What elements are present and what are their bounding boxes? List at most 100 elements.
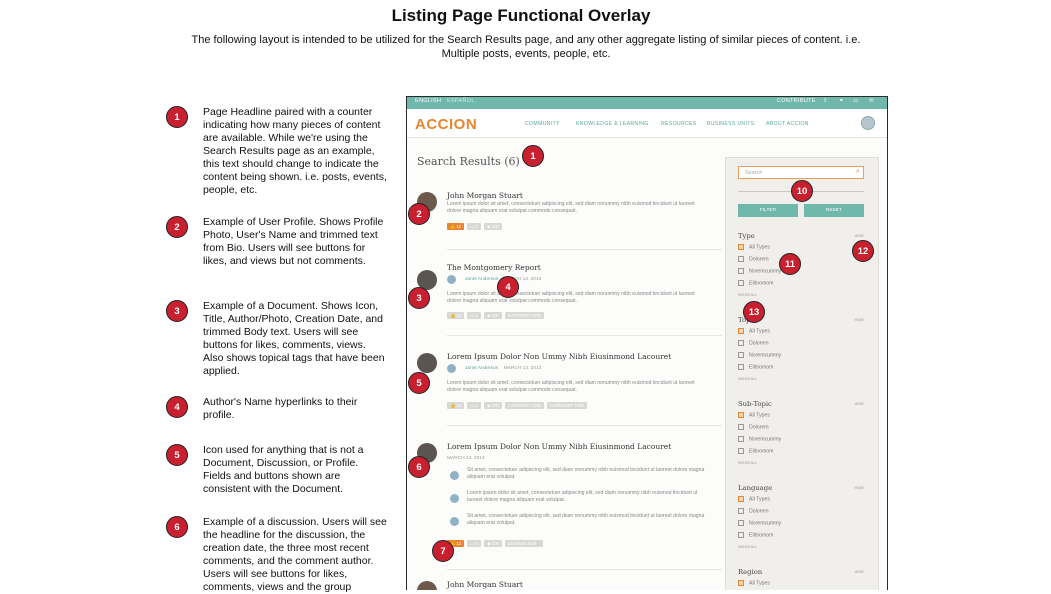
recent-comment: Sit amet, consectetuer adipiscing elit, … [467, 467, 705, 480]
email-icon[interactable]: ✉ [869, 98, 874, 104]
result-divider [447, 249, 722, 250]
facet-option[interactable]: Dolorem [738, 256, 769, 262]
hide-toggle[interactable]: HIDE [854, 569, 864, 574]
callout-badge: 1 [166, 106, 188, 128]
facet-option[interactable]: Elitnomom [738, 364, 774, 370]
callout-4: 4 [497, 276, 519, 298]
facet-option[interactable]: Elitnomom [738, 532, 774, 538]
note-text: Example of User Profile. Shows Profile P… [203, 216, 384, 267]
comment-button[interactable]: ▭ 0 [467, 223, 482, 230]
result-actions: 👍 12 ▭ 4 ◉ 100 CATEGORY ONE CATEGORY TWO [447, 402, 590, 409]
callout-2: 2 [408, 203, 430, 225]
contribute-link[interactable]: CONTRIBUTE [777, 98, 816, 104]
comment-author-avatar[interactable] [450, 494, 459, 503]
facet-heading: Language [738, 484, 773, 492]
facet-option[interactable]: All Types [738, 328, 770, 334]
result-title[interactable]: Lorem Ipsum Dolor Non Ummy Nibh Eiusinmo… [447, 442, 671, 451]
facet-option[interactable]: Dolorem [738, 340, 769, 346]
views-button[interactable]: ◉ 100 [484, 402, 502, 409]
show-all-link[interactable]: SHOW ALL [738, 293, 757, 297]
facet-option[interactable]: Dolorem [738, 508, 769, 514]
facet-option[interactable]: Elitnomom [738, 448, 774, 454]
facet-option[interactable]: All Types [738, 580, 770, 586]
nav-resources[interactable]: RESOURCES [661, 121, 697, 127]
callout-5: 5 [408, 372, 430, 394]
recent-comment: Sit amet, consectetuer adipiscing elit, … [467, 513, 705, 526]
callout-7: 7 [432, 540, 454, 562]
facet-option[interactable]: All Types [738, 496, 770, 502]
facet-option[interactable]: Elitnomom [738, 280, 774, 286]
views-button[interactable]: ◉ 100 [484, 223, 502, 230]
facet-option[interactable]: All Types [738, 244, 770, 250]
tag-chip[interactable]: CATEGORY ONE [504, 402, 545, 409]
facet-option[interactable]: Noremcummy [738, 520, 781, 526]
author-link[interactable]: Janet Anderson [465, 366, 498, 371]
result-date: MARCH 13, 2013 [447, 456, 485, 461]
print-icon[interactable]: ▭ [853, 98, 859, 104]
share-icon[interactable]: ⇪ [823, 98, 828, 104]
tag-chip[interactable]: CATEGORY TWO [547, 402, 588, 409]
results-heading: Search Results (6) [417, 155, 520, 168]
like-button[interactable]: 👍 12 [447, 223, 465, 230]
result-title[interactable]: The Montgomery Report [447, 263, 541, 272]
like-button[interactable]: 👍 12 [447, 312, 465, 319]
profile-photo[interactable] [417, 581, 437, 590]
result-title[interactable]: John Morgan Stuart [447, 580, 523, 589]
mockup-topbar: ENGLISH ESPAÑOL CONTRIBUTE ⇪ ⚭ ▭ ✉ [407, 97, 887, 109]
hide-toggle[interactable]: HIDE [854, 401, 864, 406]
lang-english-link[interactable]: ENGLISH [415, 98, 441, 104]
callout-13: 13 [743, 301, 765, 323]
result-actions: 👍 12 ▭ 0 ◉ 100 [447, 223, 505, 230]
like-button[interactable]: 👍 12 [447, 402, 465, 409]
show-all-link[interactable]: SHOW ALL [738, 461, 757, 465]
filter-button[interactable]: FILTER [738, 204, 798, 217]
link-icon[interactable]: ⚭ [839, 98, 844, 104]
facet-option[interactable]: Noremcummy [738, 436, 781, 442]
facet-heading: Sub-Topic [738, 400, 772, 408]
mockup-nav: ACCION COMMUNITY KNOWLEDGE & LEARNING RE… [407, 109, 887, 138]
nav-knowledge-learning[interactable]: KNOWLEDGE & LEARNING [576, 121, 649, 127]
result-title[interactable]: Lorem Ipsum Dolor Non Ummy Nibh Eiusinmo… [447, 352, 671, 361]
note-text: Example of a Document. Shows Icon, Title… [203, 300, 385, 377]
author-avatar[interactable] [447, 364, 456, 373]
callout-1: 1 [522, 145, 544, 167]
result-date: MARCH 13, 2013 [503, 366, 542, 371]
search-icon[interactable]: ⌕ [856, 168, 874, 176]
hide-toggle[interactable]: HIDE [854, 485, 864, 490]
sidebar-search-input[interactable]: Search [738, 166, 864, 179]
hide-toggle[interactable]: HIDE [854, 317, 864, 322]
group-chip[interactable]: EG Board Staff [504, 540, 543, 547]
note-text: Page Headline paired with a counter indi… [203, 106, 387, 196]
filter-sidebar: Search ⌕ FILTER RESET Type HIDE All Type… [725, 157, 879, 590]
facet-option[interactable]: All Types [738, 412, 770, 418]
facet-option[interactable]: Dolorem [738, 424, 769, 430]
reset-button[interactable]: RESET [804, 204, 864, 217]
lang-espanol-link[interactable]: ESPAÑOL [447, 98, 475, 104]
facet-option[interactable]: Noremcummy [738, 352, 781, 358]
tag-chip[interactable]: CATEGORY ONE [504, 312, 545, 319]
hide-toggle[interactable]: HIDE [854, 233, 864, 238]
nav-business-units[interactable]: BUSINESS UNITS [707, 121, 754, 127]
accion-logo[interactable]: ACCION [415, 116, 477, 133]
author-avatar[interactable] [447, 275, 456, 284]
nav-about-accion[interactable]: ABOUT ACCION [766, 121, 809, 127]
callout-6: 6 [408, 456, 430, 478]
comment-button[interactable]: ▭ 4 [467, 312, 482, 319]
facet-heading: Type [738, 232, 755, 240]
facet-option[interactable]: Noremcummy [738, 268, 781, 274]
comment-author-avatar[interactable] [450, 471, 459, 480]
recent-comment: Lorem ipsum dolor sit amet, consectetuer… [467, 490, 698, 503]
views-button[interactable]: ◉ 100 [484, 540, 502, 547]
user-avatar[interactable] [861, 116, 875, 130]
page-title: Listing Page Functional Overlay [391, 6, 651, 25]
comment-button[interactable]: ▭ 4 [467, 402, 482, 409]
show-all-link[interactable]: SHOW ALL [738, 545, 757, 549]
author-link[interactable]: Janet Anderson [465, 277, 498, 282]
views-button[interactable]: ◉ 100 [484, 312, 502, 319]
show-all-link[interactable]: SHOW ALL [738, 377, 757, 381]
comment-author-avatar[interactable] [450, 517, 459, 526]
result-title[interactable]: John Morgan Stuart [447, 191, 523, 200]
mockup-frame: ENGLISH ESPAÑOL CONTRIBUTE ⇪ ⚭ ▭ ✉ ACCIO… [406, 96, 888, 590]
comment-button[interactable]: ▭ 4 [467, 540, 482, 547]
nav-community[interactable]: COMMUNITY [525, 121, 560, 127]
